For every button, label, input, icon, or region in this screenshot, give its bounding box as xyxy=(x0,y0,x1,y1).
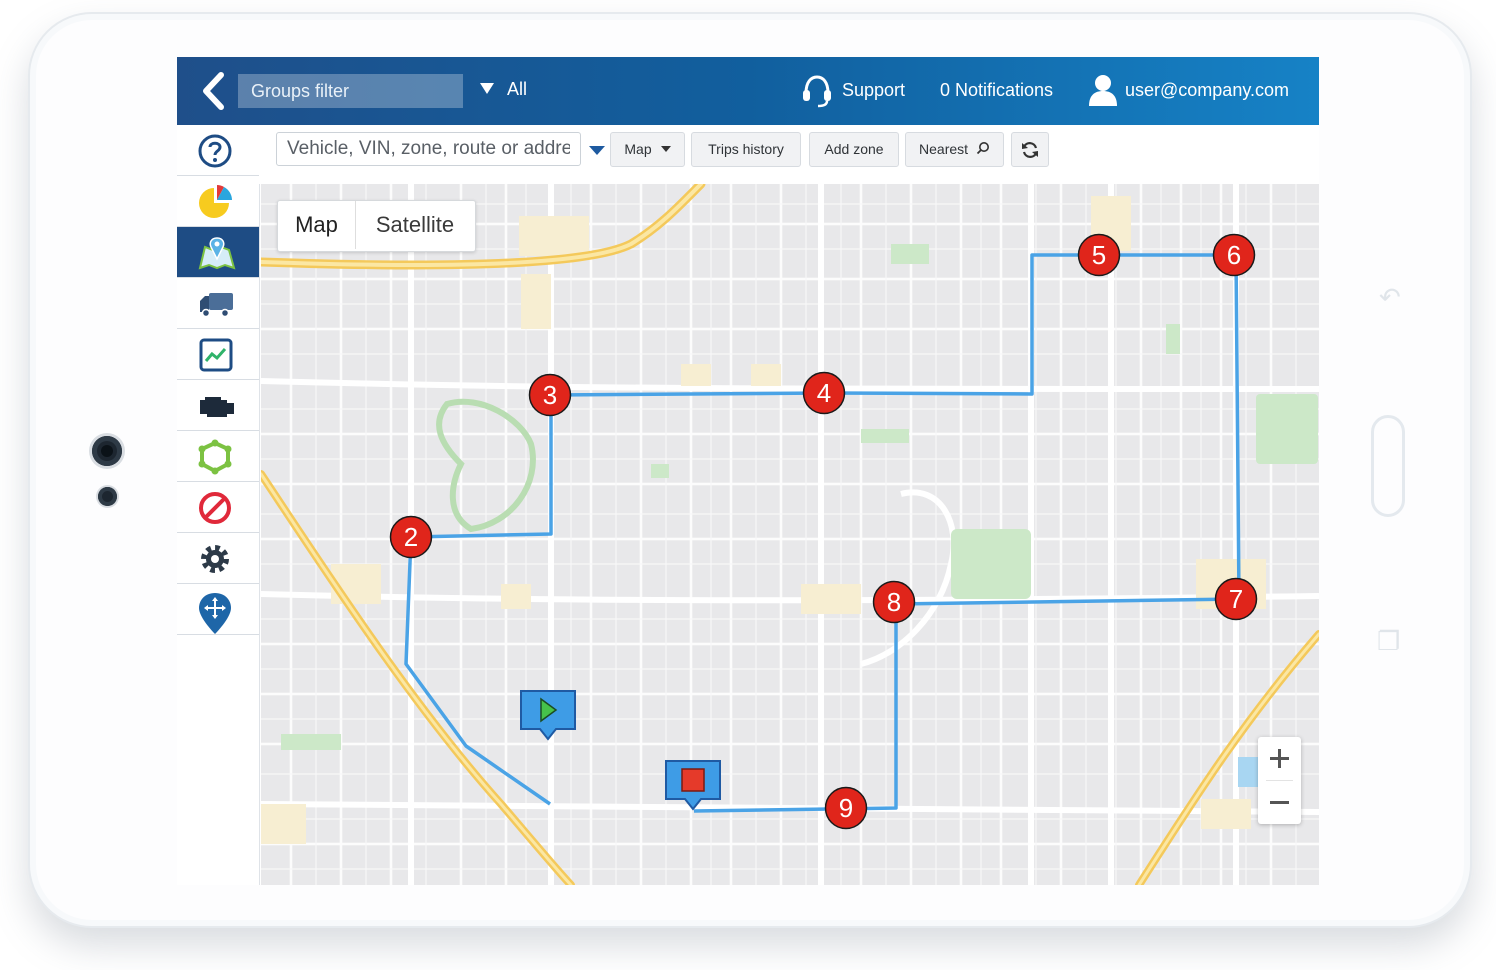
stop-label-2: 2 xyxy=(404,522,418,552)
stop-label-7: 7 xyxy=(1229,584,1243,614)
search-dropdown-icon[interactable] xyxy=(589,146,605,155)
sidebar-item-vehicles[interactable] xyxy=(177,278,259,329)
help-icon xyxy=(198,134,232,168)
app-screen: Groups filter All Support 0 Notification… xyxy=(177,57,1319,885)
stop-marker-6[interactable]: 6 xyxy=(1211,232,1257,278)
recent-apps-icon[interactable]: ❐ xyxy=(1377,626,1400,657)
forbidden-icon xyxy=(199,492,231,524)
trips-history-button[interactable]: Trips history xyxy=(691,132,801,167)
headset-icon xyxy=(803,75,831,108)
plus-icon xyxy=(1270,749,1289,768)
pie-chart-icon xyxy=(199,185,232,218)
stop-label-6: 6 xyxy=(1227,240,1241,270)
trend-chart-icon xyxy=(199,338,233,372)
toolbar: Map Trips history Add zone Nearest xyxy=(259,125,1319,184)
refresh-button[interactable] xyxy=(1011,132,1049,167)
nearest-label: Nearest xyxy=(919,141,969,157)
pond xyxy=(1238,757,1258,787)
add-zone-button[interactable]: Add zone xyxy=(809,132,899,167)
stop-label-8: 8 xyxy=(887,587,901,617)
user-email: user@company.com xyxy=(1125,80,1289,100)
support-label: Support xyxy=(842,80,906,100)
sidebar xyxy=(177,125,260,885)
gear-icon xyxy=(201,545,229,573)
home-button[interactable] xyxy=(1371,415,1405,517)
stop-marker-5[interactable]: 5 xyxy=(1076,232,1122,278)
sidebar-item-relocate[interactable] xyxy=(177,584,259,635)
map-view[interactable]: 2 3 4 5 6 7 8 9 Map Satellite xyxy=(261,184,1319,885)
route-start-marker[interactable] xyxy=(519,689,577,747)
caret-down-icon xyxy=(660,146,671,152)
stop-marker-8[interactable]: 8 xyxy=(871,579,917,625)
caret-down-icon xyxy=(480,83,494,94)
sidebar-item-reports[interactable] xyxy=(177,176,259,227)
zoom-out-button[interactable] xyxy=(1258,781,1301,824)
map-type-control: Map Satellite xyxy=(277,200,476,252)
sidebar-item-map[interactable] xyxy=(177,227,259,278)
stop-icon xyxy=(681,768,705,792)
stop-marker-3[interactable]: 3 xyxy=(527,372,573,418)
minus-icon xyxy=(1270,801,1289,804)
map-type-satellite-button[interactable]: Satellite xyxy=(356,201,474,249)
engine-icon xyxy=(200,397,234,417)
search-icon xyxy=(976,142,989,155)
truck-icon xyxy=(200,293,233,318)
stop-marker-9[interactable]: 9 xyxy=(823,785,869,831)
top-bar: Groups filter All Support 0 Notification… xyxy=(177,57,1319,125)
map-type-map-button[interactable]: Map xyxy=(278,201,356,249)
map-icon xyxy=(198,237,236,270)
sidebar-item-geofences[interactable] xyxy=(177,431,259,482)
notifications-link[interactable]: 0 Notifications xyxy=(940,80,1053,101)
sidebar-item-analytics[interactable] xyxy=(177,329,259,380)
sidebar-item-restrictions[interactable] xyxy=(177,482,259,533)
groups-filter-input[interactable]: Groups filter xyxy=(238,74,463,108)
stop-label-4: 4 xyxy=(817,378,831,408)
chevron-left-icon[interactable] xyxy=(199,71,227,111)
zoom-control xyxy=(1258,737,1301,824)
sensor xyxy=(98,487,117,506)
stop-label-5: 5 xyxy=(1092,240,1106,270)
sidebar-item-settings[interactable] xyxy=(177,533,259,584)
back-hardware-icon[interactable]: ↶ xyxy=(1379,282,1401,313)
nearest-button[interactable]: Nearest xyxy=(905,132,1004,167)
group-select-label: All xyxy=(507,79,528,99)
search-input[interactable] xyxy=(276,132,581,166)
refresh-icon xyxy=(1022,142,1038,158)
sidebar-item-help[interactable] xyxy=(177,125,259,176)
group-select[interactable]: All xyxy=(480,79,527,100)
geofence-icon xyxy=(198,439,232,475)
stop-label-3: 3 xyxy=(543,380,557,410)
map-dropdown-button[interactable]: Map xyxy=(610,132,685,167)
move-pin-icon xyxy=(199,593,231,634)
user-icon xyxy=(1089,75,1117,106)
route-end-marker[interactable] xyxy=(664,759,722,817)
stop-marker-4[interactable]: 4 xyxy=(801,370,847,416)
sidebar-item-engine[interactable] xyxy=(177,380,259,431)
stop-marker-2[interactable]: 2 xyxy=(388,514,434,560)
stop-marker-7[interactable]: 7 xyxy=(1213,576,1259,622)
stop-label-9: 9 xyxy=(839,793,853,823)
front-camera xyxy=(92,436,122,466)
zoom-in-button[interactable] xyxy=(1258,737,1301,780)
map-dropdown-label: Map xyxy=(624,141,652,157)
